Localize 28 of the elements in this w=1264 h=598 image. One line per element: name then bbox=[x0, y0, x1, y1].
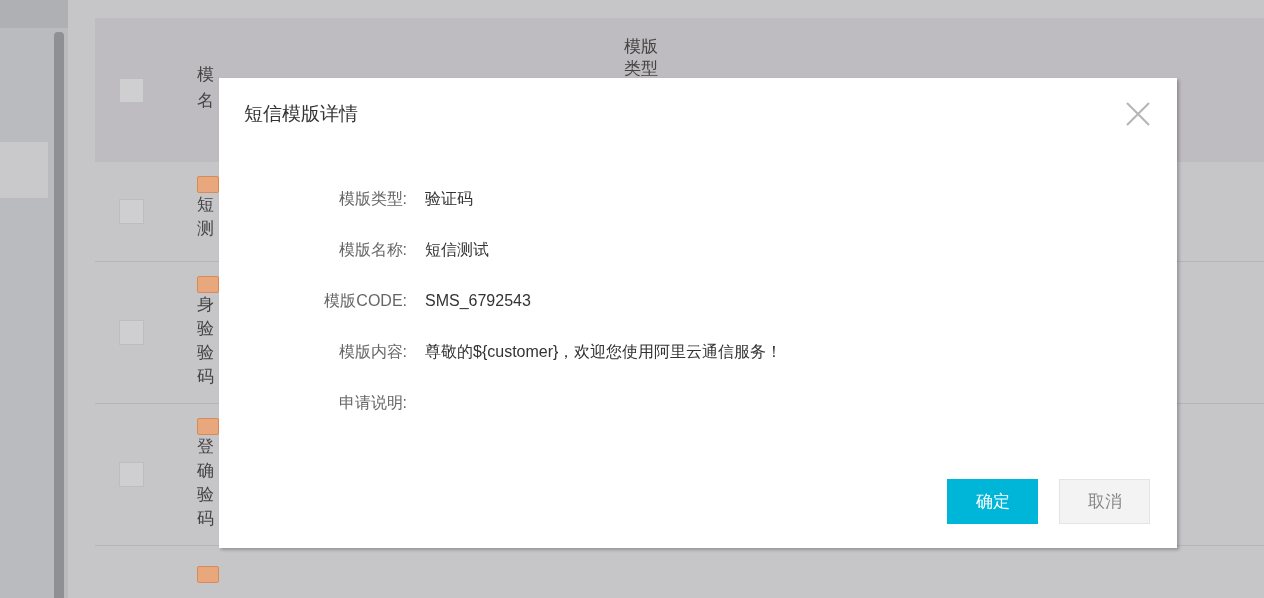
column-header: 类型 bbox=[624, 58, 658, 80]
field-label: 模版CODE: bbox=[323, 290, 407, 311]
confirm-button[interactable]: 确定 bbox=[947, 479, 1038, 524]
close-icon[interactable] bbox=[1125, 101, 1151, 128]
field-value: 尊敬的${customer}，欢迎您使用阿里云通信服务！ bbox=[425, 341, 784, 362]
dialog-title: 短信模版详情 bbox=[244, 102, 358, 126]
scrollbar[interactable] bbox=[54, 32, 64, 598]
field-value: 短信测试 bbox=[425, 239, 490, 260]
field-label: 申请说明: bbox=[337, 392, 407, 413]
cell-text: 验 bbox=[197, 342, 215, 364]
cell-text: 测 bbox=[197, 218, 215, 240]
column-header: 模版 bbox=[624, 36, 658, 58]
cell-text: 短 bbox=[197, 194, 215, 216]
cell-text: 验 bbox=[197, 484, 215, 506]
cell-text: 登 bbox=[197, 436, 215, 458]
field-label: 模版名称: bbox=[337, 239, 407, 260]
field-value: 验证码 bbox=[425, 188, 474, 209]
column-header: 模 bbox=[197, 64, 214, 86]
field-label: 模版内容: bbox=[337, 341, 407, 362]
cell-text: 码 bbox=[197, 366, 215, 388]
field-value: SMS_6792543 bbox=[425, 290, 532, 311]
field-label: 模版类型: bbox=[337, 188, 407, 209]
cancel-button[interactable]: 取消 bbox=[1059, 479, 1150, 524]
column-header: 名 bbox=[197, 90, 214, 112]
cell-text: 身 bbox=[197, 294, 215, 316]
cell-text: 码 bbox=[197, 508, 215, 530]
cell-text: 验 bbox=[197, 318, 215, 340]
cell-text: 确 bbox=[197, 460, 215, 482]
